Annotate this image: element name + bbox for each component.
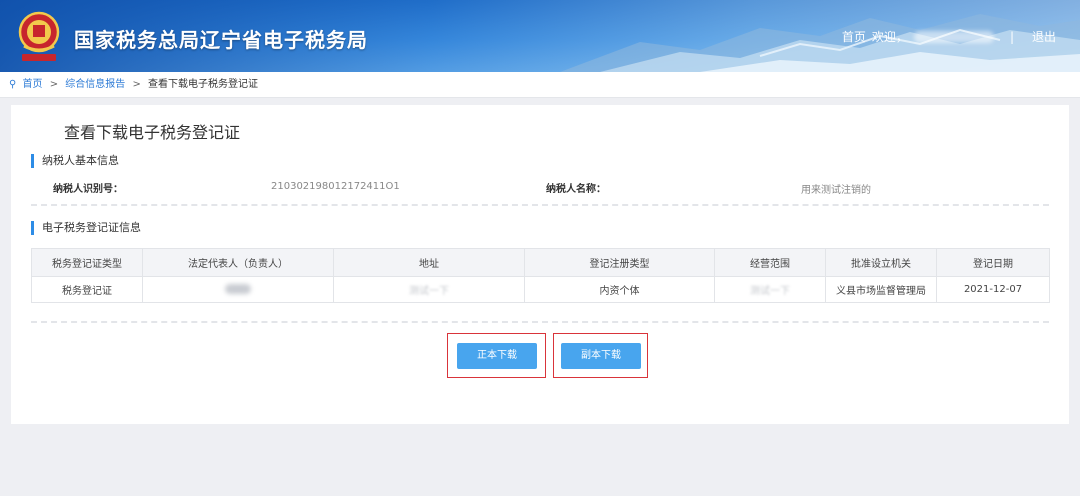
cell-reg-date: 2021-12-07 bbox=[936, 276, 1050, 303]
blurred-legal-rep bbox=[225, 284, 251, 294]
taxpayer-section-title: 纳税人基本信息 bbox=[31, 154, 119, 168]
page-title: 查看下载电子税务登记证 bbox=[64, 123, 241, 142]
section-divider bbox=[31, 204, 1049, 206]
links-separator: | bbox=[1009, 29, 1014, 44]
cell-business-scope: 测试一下 bbox=[714, 276, 826, 303]
col-cert-type: 税务登记证类型 bbox=[31, 248, 143, 277]
col-authority: 批准设立机关 bbox=[825, 248, 937, 277]
taxpayer-id-label: 纳税人识别号： bbox=[53, 184, 123, 195]
breadcrumb-home[interactable]: 首页 bbox=[23, 79, 43, 90]
col-address: 地址 bbox=[333, 248, 525, 277]
cell-reg-type: 内资个体 bbox=[524, 276, 715, 303]
site-title: 国家税务总局辽宁省电子税务局 bbox=[74, 28, 368, 52]
welcome-text: 欢迎， bbox=[871, 30, 908, 44]
copy-download-button[interactable]: 副本下载 bbox=[561, 343, 641, 369]
cell-address: 测试一下 bbox=[333, 276, 525, 303]
original-download-button[interactable]: 正本下载 bbox=[457, 343, 537, 369]
taxpayer-id-value: 210302198012172411O1 bbox=[271, 181, 400, 192]
cell-cert-type: 税务登记证 bbox=[31, 276, 143, 303]
col-reg-type: 登记注册类型 bbox=[524, 248, 715, 277]
home-link[interactable]: 首页 bbox=[842, 28, 866, 45]
breadcrumb-separator: > bbox=[49, 79, 59, 90]
breadcrumb-separator: > bbox=[132, 79, 141, 90]
table-row: 税务登记证 测试一下 内资个体 测试一下 义县市场监督管理局 2021-12-0… bbox=[31, 276, 1050, 303]
logout-link[interactable]: 退出 bbox=[1032, 28, 1056, 45]
table-divider bbox=[31, 321, 1049, 323]
col-business-scope: 经营范围 bbox=[714, 248, 826, 277]
location-pin-icon: ⚲ bbox=[9, 79, 17, 90]
breadcrumb: ⚲ 首页 > 综合信息报告 > 查看下载电子税务登记证 bbox=[0, 72, 1080, 98]
blurred-username bbox=[913, 30, 994, 43]
table-header-row: 税务登记证类型 法定代表人（负责人） 地址 登记注册类型 经营范围 批准设立机关… bbox=[31, 248, 1050, 277]
site-header: 国家税务总局辽宁省电子税务局 首页 欢迎， | 退出 bbox=[0, 0, 1080, 72]
cell-legal-rep bbox=[142, 276, 334, 303]
cert-section-title: 电子税务登记证信息 bbox=[31, 221, 141, 235]
cert-table: 税务登记证类型 法定代表人（负责人） 地址 登记注册类型 经营范围 批准设立机关… bbox=[31, 248, 1050, 303]
col-legal-rep: 法定代表人（负责人） bbox=[142, 248, 334, 277]
col-reg-date: 登记日期 bbox=[936, 248, 1050, 277]
content-card: 查看下载电子税务登记证 纳税人基本信息 纳税人识别号： 210302198012… bbox=[11, 105, 1069, 424]
taxpayer-name-label: 纳税人名称： bbox=[546, 184, 606, 195]
top-links: 首页 欢迎， | 退出 bbox=[836, 28, 1056, 45]
taxpayer-name-value: 用来测试注销的 bbox=[801, 185, 871, 196]
breadcrumb-current: 查看下载电子税务登记证 bbox=[148, 79, 259, 90]
cell-authority: 义县市场监督管理局 bbox=[825, 276, 937, 303]
tax-bureau-emblem-icon bbox=[18, 11, 60, 61]
breadcrumb-info-report[interactable]: 综合信息报告 bbox=[65, 79, 125, 90]
